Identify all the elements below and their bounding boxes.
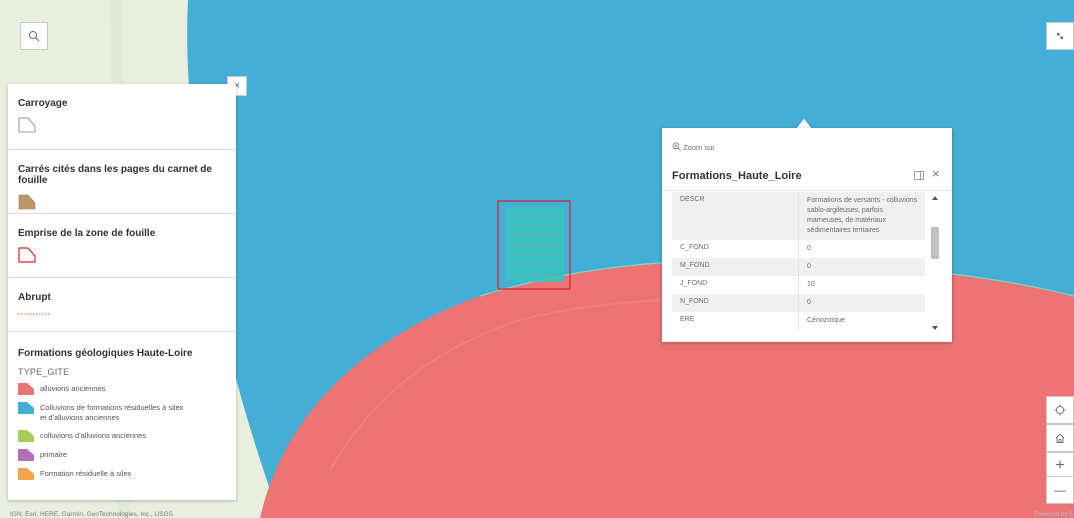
zoom-to-label: Zoom sur xyxy=(683,143,715,152)
popup-close-button[interactable]: × xyxy=(932,167,940,181)
zoom-out-button[interactable]: — xyxy=(1046,476,1074,504)
powered-by-text: Powered by E xyxy=(1033,511,1074,518)
attr-value: 10 xyxy=(807,281,815,288)
map-attribution: IGN, Esri, HERE, Garmin, GeoTechnologies… xyxy=(10,511,174,518)
legend-field-name: TYPE_GITE xyxy=(18,367,70,377)
locate-icon xyxy=(1054,404,1066,416)
formation-silex-swatch-icon xyxy=(18,468,34,480)
collapse-icon xyxy=(1056,32,1064,40)
primaire-swatch-icon xyxy=(18,449,34,461)
legend-item-label: Formation résiduelle à silex xyxy=(40,469,132,478)
legend-item: alluvions anciennes xyxy=(18,383,226,395)
legend-item: Formation résiduelle à silex xyxy=(18,468,226,480)
abrupt-symbol-icon xyxy=(18,313,50,315)
attr-key: DESCR xyxy=(672,192,799,240)
legend-section-carres: Carrés cités dans les pages du carnet de… xyxy=(8,150,236,214)
plus-icon: + xyxy=(1055,457,1065,474)
table-row: J_FOND 10 xyxy=(672,276,925,294)
colluvions-alluvions-swatch-icon xyxy=(18,430,34,442)
legend-item: colluvions d'alluvions anciennes xyxy=(18,430,226,442)
table-row: N_FOND 0 xyxy=(672,294,925,312)
feature-popup: Zoom sur Formations_Haute_Loire × DESCR F… xyxy=(662,128,952,342)
legend-section-abrupt: Abrupt xyxy=(8,278,236,332)
legend-layer-title: Formations géologiques Haute-Loire xyxy=(18,348,193,359)
minus-icon: — xyxy=(1054,483,1066,497)
popup-scrollbar[interactable] xyxy=(930,192,940,334)
legend-section-geology: Formations géologiques Haute-Loire TYPE_… xyxy=(8,332,236,480)
table-row: M_FOND 0 xyxy=(672,258,925,276)
attr-value: 0 xyxy=(807,299,811,306)
legend-panel: Carroyage Carrés cités dans les pages du… xyxy=(8,84,236,500)
legend-layer-title: Carrés cités dans les pages du carnet de… xyxy=(18,164,212,186)
attr-key: N_FOND xyxy=(672,294,799,312)
legend-section-carroyage: Carroyage xyxy=(8,84,236,150)
carroyage-symbol-icon xyxy=(18,117,36,133)
home-icon xyxy=(1055,433,1065,443)
legend-layer-title: Abrupt xyxy=(18,292,51,303)
legend-layer-title: Carroyage xyxy=(18,98,68,109)
popup-title: Formations_Haute_Loire xyxy=(672,170,802,182)
zoom-to-button[interactable]: Zoom sur xyxy=(672,142,715,152)
attr-key: C_FOND xyxy=(672,240,799,258)
legend-item: primaire xyxy=(18,449,226,461)
alluvions-swatch-icon xyxy=(18,383,34,395)
attr-key: M_FOND xyxy=(672,258,799,276)
legend-item: Colluvions de formations résiduelles à s… xyxy=(18,402,226,423)
colluvions-silex-swatch-icon xyxy=(18,402,34,414)
attr-value: 0 xyxy=(807,263,811,270)
legend-layer-title: Emprise de la zone de fouille xyxy=(18,228,156,239)
table-row: ERE Cénozoïque xyxy=(672,312,925,330)
fullscreen-button[interactable] xyxy=(1046,22,1074,50)
zoom-in-icon xyxy=(672,142,681,151)
locate-button[interactable] xyxy=(1046,396,1074,424)
carroyage-grid[interactable] xyxy=(506,207,564,282)
legend-item-label: Colluvions de formations résiduelles à s… xyxy=(40,403,184,422)
search-button[interactable] xyxy=(20,22,48,50)
emprise-symbol-icon xyxy=(18,247,36,263)
table-row: DESCR Formations de versants - colluvions… xyxy=(672,192,925,240)
attr-value: 0 xyxy=(807,245,811,252)
legend-item-label: colluvions d'alluvions anciennes xyxy=(40,431,147,440)
attr-key: ERE xyxy=(672,312,799,330)
attr-value: Formations de versants - colluvions sabl… xyxy=(807,197,918,234)
attr-key: J_FOND xyxy=(672,276,799,294)
attr-value: Cénozoïque xyxy=(807,317,845,324)
legend-item-label: alluvions anciennes xyxy=(40,384,106,393)
legend-section-emprise: Emprise de la zone de fouille xyxy=(8,214,236,278)
home-button[interactable] xyxy=(1046,424,1074,452)
table-row: C_FOND 0 xyxy=(672,240,925,258)
attribute-table: DESCR Formations de versants - colluvions… xyxy=(672,192,925,330)
dock-icon[interactable] xyxy=(914,171,924,180)
search-icon xyxy=(29,31,40,42)
legend-item-label: primaire xyxy=(40,450,68,459)
carres-symbol-icon xyxy=(18,194,36,210)
